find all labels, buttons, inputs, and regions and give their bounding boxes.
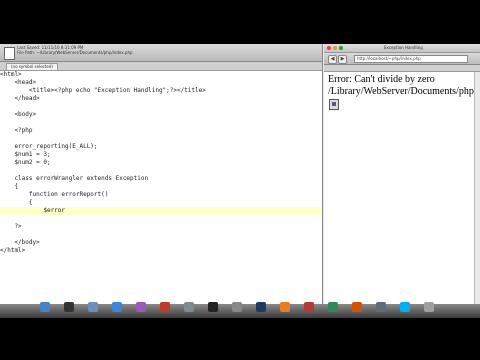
- illustrator-icon[interactable]: [280, 302, 290, 312]
- preview-icon[interactable]: [184, 302, 194, 312]
- textwrangler-icon[interactable]: [376, 302, 386, 312]
- code-line[interactable]: </body>: [0, 239, 322, 247]
- code-line[interactable]: function errorReport(): [0, 191, 322, 199]
- browser-title-bar: Exception Handling: [324, 44, 480, 53]
- desktop-screen: Last Saved: 11/11/10 8:31:09 PM File Pat…: [0, 44, 480, 318]
- browser-window: Exception Handling ◀ ▶ http://localhost/…: [324, 44, 480, 318]
- symbol-popup[interactable]: (no symbol selected): [6, 63, 58, 70]
- itunes-icon[interactable]: [136, 302, 146, 312]
- dashboard-icon[interactable]: [64, 302, 74, 312]
- code-editor-window: Last Saved: 11/11/10 8:31:09 PM File Pat…: [0, 44, 323, 318]
- code-line[interactable]: $num2 = 0;: [0, 159, 322, 167]
- flash-icon[interactable]: [304, 302, 314, 312]
- code-line[interactable]: <head>: [0, 79, 322, 87]
- code-line[interactable]: <html>: [0, 71, 322, 79]
- forward-button[interactable]: ▶: [338, 55, 347, 64]
- ical-icon[interactable]: [160, 302, 170, 312]
- finder-icon[interactable]: [40, 302, 50, 312]
- document-icon: [4, 47, 15, 60]
- dreamweaver-icon[interactable]: [328, 302, 338, 312]
- address-field[interactable]: http://localhost/~php/index.php: [354, 55, 468, 63]
- file-path-text: File Path: ~/Library/WebServer/Documents…: [17, 50, 133, 55]
- vertical-scrollbar[interactable]: [474, 72, 480, 312]
- code-line[interactable]: $error: [0, 207, 322, 215]
- code-line[interactable]: <?php: [0, 127, 322, 135]
- code-line[interactable]: {: [0, 199, 322, 207]
- mail-icon[interactable]: [88, 302, 98, 312]
- browser-content: Error: Can't divide by zero /Library/Web…: [324, 72, 480, 318]
- code-line[interactable]: [0, 167, 322, 175]
- editor-navigation-bar: (no symbol selected): [0, 62, 322, 71]
- code-line[interactable]: </head>: [0, 95, 322, 103]
- error-path: /Library/WebServer/Documents/php/i: [328, 86, 480, 97]
- back-button[interactable]: ◀: [328, 55, 337, 64]
- browser-title: Exception Handling: [384, 45, 423, 50]
- code-line[interactable]: [0, 231, 322, 239]
- trash-icon[interactable]: [424, 302, 434, 312]
- firefox-icon[interactable]: [352, 302, 362, 312]
- code-line[interactable]: <body>: [0, 111, 322, 119]
- code-line[interactable]: {: [0, 183, 322, 191]
- code-line[interactable]: </html>: [0, 247, 322, 255]
- terminal-icon[interactable]: [208, 302, 218, 312]
- bookmarks-bar: [324, 65, 480, 72]
- editor-status-bar: Last Saved: 11/11/10 8:31:09 PM File Pat…: [0, 44, 322, 62]
- code-line[interactable]: error_reporting(E_ALL);: [0, 143, 322, 151]
- minimize-icon[interactable]: [333, 46, 337, 50]
- editor-file-info: Last Saved: 11/11/10 8:31:09 PM File Pat…: [17, 45, 133, 55]
- code-line[interactable]: <title><?php echo "Exception Handling";?…: [0, 87, 322, 95]
- code-line[interactable]: [0, 215, 322, 223]
- close-icon[interactable]: [327, 46, 331, 50]
- code-line[interactable]: $num1 = 3;: [0, 151, 322, 159]
- system-preferences-icon[interactable]: [232, 302, 242, 312]
- code-line[interactable]: [0, 119, 322, 127]
- browser-toolbar: ◀ ▶ http://localhost/~php/index.php: [324, 53, 480, 65]
- broken-image-icon: [329, 99, 339, 110]
- code-line[interactable]: [0, 103, 322, 111]
- zoom-icon[interactable]: [339, 46, 343, 50]
- code-line[interactable]: ?>: [0, 223, 322, 231]
- photoshop-icon[interactable]: [256, 302, 266, 312]
- safari-icon[interactable]: [112, 302, 122, 312]
- code-line[interactable]: class errorWrangler extends Exception: [0, 175, 322, 183]
- skype-icon[interactable]: [400, 302, 410, 312]
- code-text-area[interactable]: <html> <head> <title><?php echo "Excepti…: [0, 71, 322, 308]
- code-line[interactable]: [0, 135, 322, 143]
- error-message: Error: Can't divide by zero: [328, 74, 435, 85]
